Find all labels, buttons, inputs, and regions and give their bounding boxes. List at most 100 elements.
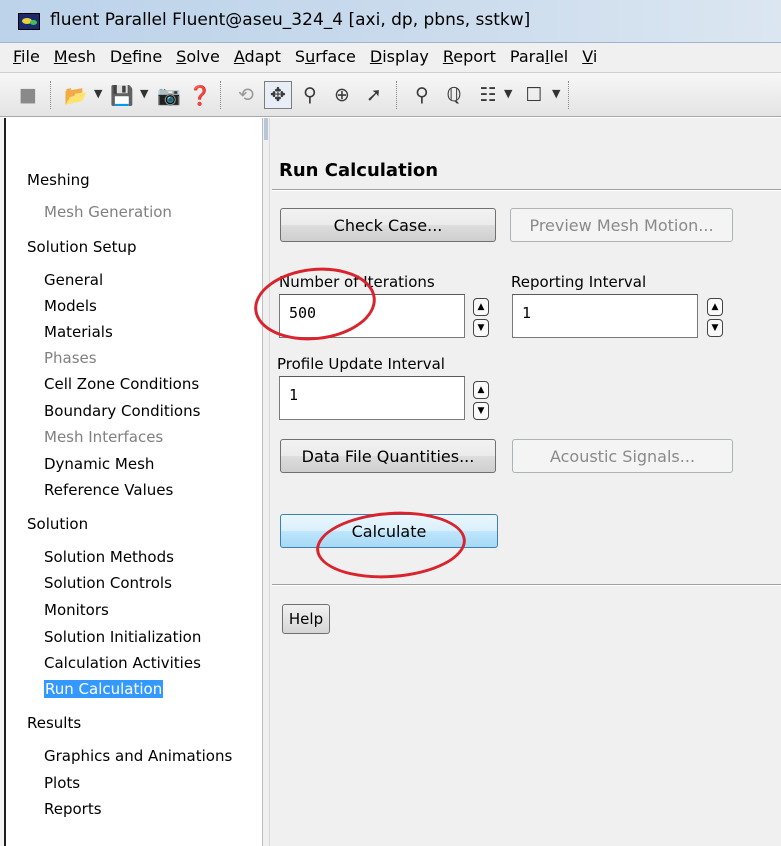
menu-item-label: rface	[315, 47, 356, 66]
nav-results[interactable]: Results	[27, 714, 81, 732]
open-icon[interactable]: 📂	[62, 81, 90, 109]
probe-icon[interactable]: ➚	[360, 81, 388, 109]
menu-item[interactable]: Adapt	[234, 43, 281, 66]
nav-meshing[interactable]: Meshing	[27, 171, 90, 189]
profile-update-interval-spinner[interactable]: ▲ ▼	[473, 381, 489, 421]
mesh-icon[interactable]: ■	[14, 81, 42, 109]
number-of-iterations-input[interactable]: 500	[279, 294, 465, 338]
iterations-spinner[interactable]: ▲ ▼	[473, 298, 489, 338]
nav-reference-values[interactable]: Reference Values	[44, 481, 173, 499]
profile-update-interval-input[interactable]: 1	[279, 376, 465, 420]
menu-item[interactable]: File	[13, 43, 40, 66]
menu-item-mnemonic: M	[53, 47, 68, 66]
nav-solution-controls[interactable]: Solution Controls	[44, 574, 172, 592]
nav-models[interactable]: Models	[44, 297, 97, 315]
calculate-button[interactable]: Calculate	[280, 514, 498, 548]
data-file-quantities-button[interactable]: Data File Quantities...	[280, 439, 496, 473]
nav-cell-zone-conditions[interactable]: Cell Zone Conditions	[44, 375, 199, 393]
help-icon[interactable]: ❓	[186, 81, 214, 109]
menu-item-mnemonic: R	[442, 47, 454, 66]
orient-icon[interactable]: ℚ	[440, 81, 468, 109]
save-icon[interactable]: 💾	[108, 81, 136, 109]
nav-calculation-activities[interactable]: Calculation Activities	[44, 654, 201, 672]
translate-icon[interactable]: ✥	[264, 81, 292, 109]
reporting-interval-input[interactable]: 1	[512, 294, 698, 338]
chevron-down-icon[interactable]: ▼	[552, 87, 560, 100]
menu-item-mnemonic: S	[176, 47, 187, 66]
navigation-pane: Meshing Mesh Generation Solution Setup G…	[0, 118, 262, 846]
check-case-button[interactable]: Check Case...	[280, 208, 496, 242]
reporting-interval-label: Reporting Interval	[511, 273, 647, 291]
nav-solution-methods[interactable]: Solution Methods	[44, 548, 174, 566]
splitter-grip[interactable]	[264, 118, 268, 140]
profile-update-interval-label: Profile Update Interval	[277, 355, 445, 373]
menu-item-mnemonic: u	[305, 47, 316, 66]
chevron-down-icon[interactable]: ▼	[504, 87, 512, 100]
toolbar-separator	[568, 81, 570, 109]
spinner-down-icon[interactable]: ▼	[473, 319, 489, 337]
toolbar-separator	[220, 81, 222, 109]
nav-reports[interactable]: Reports	[44, 800, 102, 818]
menu-item-label: isplay	[382, 47, 429, 66]
nav-solution[interactable]: Solution	[27, 515, 88, 533]
menu-item[interactable]: Solve	[176, 43, 220, 66]
menu-item[interactable]: Vi	[582, 43, 597, 66]
reporting-interval-spinner[interactable]: ▲ ▼	[707, 298, 723, 338]
menu-item[interactable]: Mesh	[54, 43, 96, 66]
zoom-in-icon[interactable]: ⊕	[328, 81, 356, 109]
nav-graphics-and-animations[interactable]: Graphics and Animations	[44, 747, 232, 765]
spinner-down-icon[interactable]: ▼	[473, 402, 489, 420]
chevron-down-icon[interactable]: ▼	[140, 87, 148, 100]
camera-icon[interactable]: 📷	[155, 81, 183, 109]
toolbar-separator	[50, 81, 52, 109]
nav-mesh-interfaces[interactable]: Mesh Interfaces	[44, 428, 163, 446]
window-left-border	[0, 118, 6, 846]
nav-solution-setup[interactable]: Solution Setup	[27, 238, 137, 256]
menu-item-mnemonic: D	[369, 47, 383, 66]
menu-item-prefix: Para	[509, 47, 546, 66]
fluent-app-icon	[18, 13, 40, 30]
nav-plots[interactable]: Plots	[44, 774, 80, 792]
nav-phases[interactable]: Phases	[44, 349, 97, 367]
menu-item[interactable]: Define	[110, 43, 162, 66]
nav-boundary-conditions[interactable]: Boundary Conditions	[44, 402, 200, 420]
views-icon[interactable]: ☷	[474, 81, 502, 109]
menu-item-mnemonic: e	[122, 47, 133, 66]
nav-monitors[interactable]: Monitors	[44, 601, 109, 619]
nav-materials[interactable]: Materials	[44, 323, 113, 341]
menu-item-prefix: D	[109, 47, 123, 66]
preview-mesh-motion-button[interactable]: Preview Mesh Motion...	[510, 208, 733, 242]
number-of-iterations-label: Number of Iterations	[279, 273, 435, 291]
menu-item-label: i	[592, 47, 598, 66]
spinner-up-icon[interactable]: ▲	[473, 381, 489, 399]
title-bar: fluent Parallel Fluent@aseu_324_4 [axi, …	[0, 0, 781, 43]
spinner-up-icon[interactable]: ▲	[707, 298, 723, 316]
menu-item-label: lel	[549, 47, 569, 66]
fit-icon[interactable]: ⚲	[408, 81, 436, 109]
toolbar: ■ 📂 ▼ 💾 ▼ 📷 ❓ ⟲ ✥ ⚲ ⊕ ➚ ⚲ ℚ ☷ ▼ ☐ ▼	[0, 73, 781, 117]
menu-item-label: esh	[67, 47, 96, 66]
spinner-up-icon[interactable]: ▲	[473, 298, 489, 316]
menu-item[interactable]: Report	[443, 43, 496, 66]
chevron-down-icon[interactable]: ▼	[94, 87, 102, 100]
toolbar-separator	[396, 81, 398, 109]
pane-splitter[interactable]	[262, 118, 270, 846]
menu-item[interactable]: Parallel	[510, 43, 568, 66]
menu-item-mnemonic: V	[582, 47, 593, 66]
zoom-icon[interactable]: ⚲	[296, 81, 324, 109]
box-icon[interactable]: ☐	[520, 81, 548, 109]
nav-run-calculation[interactable]: Run Calculation	[44, 680, 164, 698]
menu-item-mnemonic: A	[233, 47, 245, 66]
help-button[interactable]: Help	[282, 604, 330, 634]
menu-item-label: fine	[132, 47, 163, 66]
nav-dynamic-mesh[interactable]: Dynamic Mesh	[44, 455, 154, 473]
menu-item[interactable]: Surface	[295, 43, 356, 66]
menu-item-mnemonic: F	[13, 47, 22, 66]
nav-solution-initialization[interactable]: Solution Initialization	[44, 628, 201, 646]
spinner-down-icon[interactable]: ▼	[707, 319, 723, 337]
menu-item[interactable]: Display	[370, 43, 429, 66]
acoustic-signals-button[interactable]: Acoustic Signals...	[512, 439, 733, 473]
nav-general[interactable]: General	[44, 271, 103, 289]
nav-mesh-generation[interactable]: Mesh Generation	[44, 203, 172, 221]
rotate-icon[interactable]: ⟲	[232, 81, 260, 109]
